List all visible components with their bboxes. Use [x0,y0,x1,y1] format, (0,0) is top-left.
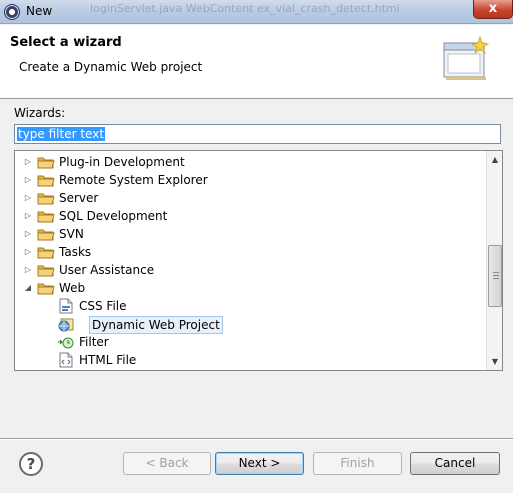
tree-item[interactable]: ▷ Server [15,189,485,207]
folder-icon [37,190,55,206]
folder-icon [37,262,55,278]
folder-icon [37,244,55,260]
close-button[interactable]: x [473,0,513,19]
tree-item-label: SVN [59,227,84,241]
tree-item-label: HTML File [79,353,137,367]
wizard-banner: Select a wizard Create a Dynamic Web pro… [0,25,513,99]
folder-icon [37,280,55,296]
folder-icon [37,154,55,170]
help-button[interactable]: ? [19,452,43,476]
next-button[interactable]: Next > [215,452,304,475]
tree-item-label: Dynamic Web Project [89,316,223,334]
css-file-icon [57,298,75,314]
tree-item-label: CSS File [79,299,127,313]
new-wizard-icon [443,35,490,80]
tree-item-label: Remote System Explorer [59,173,208,187]
wizards-label: Wizards: [14,106,66,120]
collapsed-arrow-icon[interactable]: ▷ [23,229,33,239]
button-bar-separator [0,438,513,440]
tree-item[interactable]: ▷ Tasks [15,243,485,261]
scroll-thumb[interactable] [488,245,502,307]
tree-item-label: Tasks [59,245,92,259]
tree-item[interactable]: ◢ Web [15,279,485,297]
web-project-icon [57,316,75,332]
html-file-icon [57,352,75,368]
folder-icon [37,172,55,188]
background-window-text: loginServlet.java WebContent ex_vial_cra… [90,2,400,15]
scroll-down-icon[interactable]: ▼ [487,353,502,370]
tree-item[interactable]: CSS File [15,297,485,315]
tree-scrollbar[interactable]: ▲ ▼ [486,151,502,370]
collapsed-arrow-icon[interactable]: ▷ [23,157,33,167]
eclipse-icon [4,4,20,20]
tree-item[interactable]: HTML File [15,351,485,369]
filter-icon [57,334,75,350]
filter-input-text: type filter text [17,127,106,141]
collapsed-arrow-icon[interactable]: ▷ [23,175,33,185]
folder-icon [37,208,55,224]
collapsed-arrow-icon[interactable]: ▷ [23,265,33,275]
window-title: New [26,4,53,18]
tree-item-label: Filter [79,335,109,349]
folder-icon [37,226,55,242]
collapsed-arrow-icon[interactable]: ▷ [23,247,33,257]
title-bar: New loginServlet.java WebContent ex_vial… [0,0,513,24]
tree-item-label: Web [59,281,86,295]
tree-item-label: SQL Development [59,209,168,223]
tree-item[interactable]: Filter [15,333,485,351]
cancel-button[interactable]: Cancel [410,452,500,475]
page-description: Create a Dynamic Web project [19,60,203,74]
tree-item[interactable]: ▷ Remote System Explorer [15,171,485,189]
tree-item[interactable]: Dynamic Web Project [15,315,485,334]
expanded-arrow-icon[interactable]: ◢ [23,283,33,293]
finish-button[interactable]: Finish [313,452,402,475]
tree-item[interactable]: ▷ SVN [15,225,485,243]
tree-item-label: Server [59,191,99,205]
collapsed-arrow-icon[interactable]: ▷ [23,211,33,221]
collapsed-arrow-icon[interactable]: ▷ [23,193,33,203]
tree-item-label: User Assistance [59,263,155,277]
wizard-tree[interactable]: ▷ Plug-in Development ▷ Remote System Explo… [14,150,503,371]
page-title: Select a wizard [10,35,122,50]
tree-item[interactable]: ▷ SQL Development [15,207,485,225]
back-button[interactable]: < Back [123,452,211,475]
filter-input[interactable]: type filter text [14,124,501,144]
tree-item[interactable]: ▷ Plug-in Development [15,153,485,171]
scroll-up-icon[interactable]: ▲ [487,151,502,168]
tree-item[interactable]: ▷ User Assistance [15,261,485,279]
tree-item-label: Plug-in Development [59,155,185,169]
